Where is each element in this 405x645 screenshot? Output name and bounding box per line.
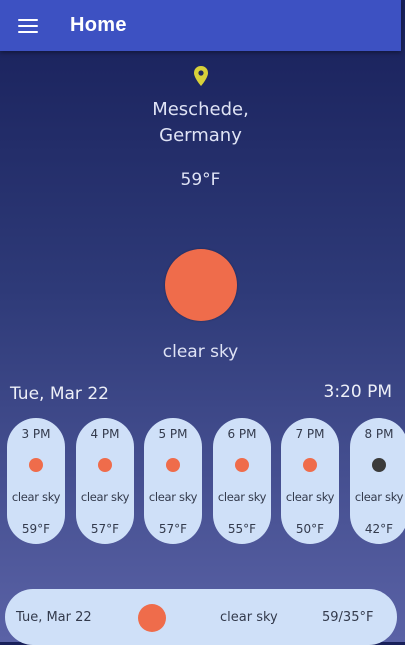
hour-temperature: 57°F <box>158 522 188 536</box>
daily-forecast-row[interactable]: Tue, Mar 22 clear sky 59/35°F <box>5 589 397 645</box>
hour-temperature: 50°F <box>295 522 325 536</box>
daily-temperature-range: 59/35°F <box>322 610 374 625</box>
hour-temperature: 55°F <box>227 522 257 536</box>
hour-time: 6 PM <box>227 427 257 441</box>
sun-icon <box>235 458 249 472</box>
sun-icon <box>98 458 112 472</box>
hour-condition: clear sky <box>148 490 198 504</box>
moon-icon <box>372 458 386 472</box>
hour-condition: clear sky <box>11 490 61 504</box>
hourly-card[interactable]: 5 PM clear sky 57°F <box>144 418 202 544</box>
hour-time: 4 PM <box>90 427 120 441</box>
city-name: Meschede, <box>152 99 249 120</box>
hour-temperature: 42°F <box>364 522 394 536</box>
hamburger-menu-icon <box>17 18 38 33</box>
current-condition: clear sky <box>162 342 239 362</box>
hour-condition: clear sky <box>217 490 267 504</box>
daily-date: Tue, Mar 22 <box>16 610 92 625</box>
hourly-card[interactable]: 7 PM clear sky 50°F <box>281 418 339 544</box>
hour-temperature: 57°F <box>90 522 120 536</box>
sun-icon <box>166 458 180 472</box>
app-bar: Home <box>0 0 401 51</box>
country-name: Germany <box>159 125 242 146</box>
hour-condition: clear sky <box>285 490 335 504</box>
hourly-forecast-list[interactable]: 3 PM clear sky 59°F 4 PM clear sky 57°F … <box>0 418 405 546</box>
hourly-card[interactable]: 8 PM clear sky 42°F <box>350 418 405 544</box>
hour-time: 8 PM <box>364 427 394 441</box>
sun-icon <box>29 458 43 472</box>
current-time: 3:20 PM <box>323 382 393 402</box>
daily-condition: clear sky <box>220 610 278 625</box>
location-label: Meschede, Germany <box>0 97 401 149</box>
hour-temperature: 59°F <box>21 522 51 536</box>
hour-time: 7 PM <box>295 427 325 441</box>
menu-button[interactable] <box>0 0 55 51</box>
clear-sky-sun-icon <box>165 249 237 321</box>
hour-time: 3 PM <box>21 427 51 441</box>
sun-icon <box>138 604 166 632</box>
hour-condition: clear sky <box>354 490 404 504</box>
page-title: Home <box>70 14 127 36</box>
current-date: Tue, Mar 22 <box>10 384 109 404</box>
sun-icon <box>303 458 317 472</box>
hour-condition: clear sky <box>80 490 130 504</box>
current-temperature: 59°F <box>180 170 221 190</box>
hourly-card[interactable]: 4 PM clear sky 57°F <box>76 418 134 544</box>
hourly-card[interactable]: 6 PM clear sky 55°F <box>213 418 271 544</box>
hour-time: 5 PM <box>158 427 188 441</box>
location-pin-icon <box>194 66 208 86</box>
hourly-card[interactable]: 3 PM clear sky 59°F <box>7 418 65 544</box>
